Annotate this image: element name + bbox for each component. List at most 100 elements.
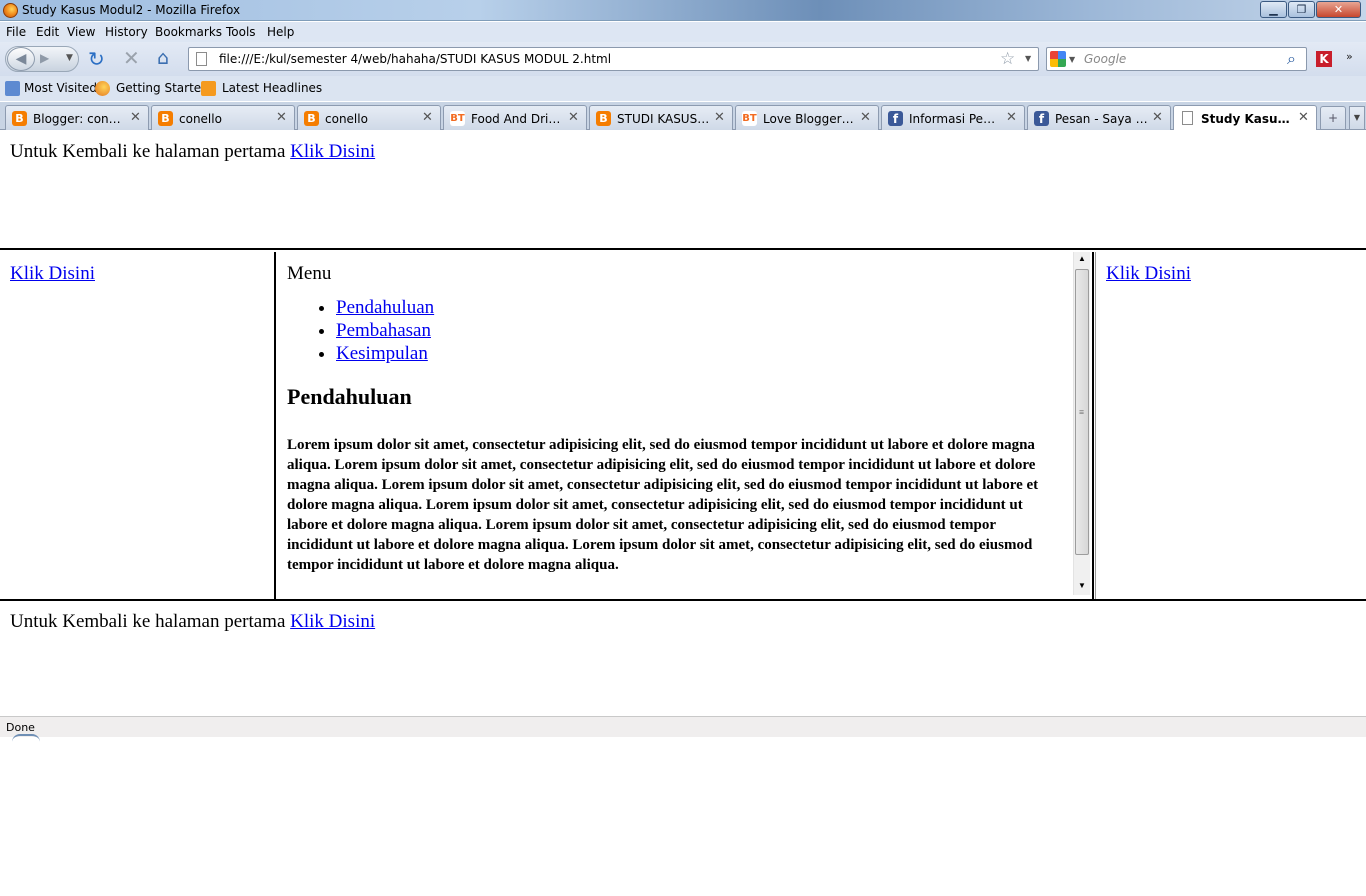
menu-link-pendahuluan[interactable]: Pendahuluan	[336, 297, 434, 318]
menu-heading: Menu	[287, 263, 332, 284]
minimize-button[interactable]: ▁	[1260, 1, 1287, 18]
bottom-frame: Untuk Kembali ke halaman pertama Klik Di…	[0, 599, 1366, 716]
page-icon	[1182, 111, 1193, 125]
section-heading: Pendahuluan	[287, 384, 412, 409]
top-frame: Untuk Kembali ke halaman pertama Klik Di…	[0, 130, 1366, 250]
close-tab-icon[interactable]: ✕	[1298, 110, 1309, 125]
globe-icon	[12, 734, 40, 742]
back-button[interactable]: ◀	[7, 47, 35, 71]
bottom-frame-text: Untuk Kembali ke halaman pertama Klik Di…	[10, 611, 375, 633]
tab-list-dropdown-icon[interactable]: ▼	[1349, 106, 1365, 129]
maximize-button[interactable]: ❐	[1288, 1, 1315, 18]
tab-label: conello	[179, 112, 222, 126]
new-tab-button[interactable]: +	[1320, 106, 1346, 129]
close-tab-icon[interactable]: ✕	[860, 110, 871, 125]
close-tab-icon[interactable]: ✕	[130, 110, 141, 125]
toolbar-overflow-icon[interactable]: »	[1346, 50, 1353, 63]
top-back-link[interactable]: Klik Disini	[290, 141, 375, 162]
tab-label: STUDI KASUS M...	[617, 112, 711, 126]
search-placeholder[interactable]: Google	[1084, 52, 1126, 66]
back-arrow-icon: ◀	[15, 51, 27, 67]
address-bar[interactable]: file:///E:/kul/semester 4/web/hahaha/STU…	[188, 47, 1039, 71]
blogger-icon: B	[596, 111, 611, 126]
close-tab-icon[interactable]: ✕	[276, 110, 287, 125]
firefox-icon	[3, 3, 18, 18]
menu-edit[interactable]: Edit	[36, 25, 59, 39]
facebook-icon: f	[888, 111, 903, 126]
bookmark-getting-started[interactable]: Getting Started	[116, 81, 209, 95]
kaspersky-icon[interactable]: K	[1316, 51, 1332, 67]
most-visited-icon	[5, 81, 20, 96]
tab-label: Informasi Pemu...	[909, 112, 1003, 126]
url-dropdown-icon[interactable]: ▼	[1025, 54, 1031, 63]
bt-icon: BT	[742, 111, 757, 126]
tab-label: Blogger: conell...	[33, 112, 127, 126]
close-tab-icon[interactable]: ✕	[714, 110, 725, 125]
scroll-up-arrow-icon[interactable]: ▲	[1078, 254, 1086, 263]
close-tab-icon[interactable]: ✕	[1152, 110, 1163, 125]
right-frame-link[interactable]: Klik Disini	[1106, 263, 1191, 285]
stop-icon[interactable]: ✕	[123, 48, 140, 68]
tab[interactable]: f Informasi Pemu... ✕	[881, 105, 1025, 130]
bookmark-star-icon[interactable]: ☆	[1000, 49, 1015, 69]
tab[interactable]: B Blogger: conell... ✕	[5, 105, 149, 130]
page-content: Untuk Kembali ke halaman pertama Klik Di…	[0, 130, 1366, 716]
menu-list-item: Pendahuluan	[336, 296, 1059, 319]
search-engine-dropdown-icon[interactable]: ▼	[1069, 55, 1075, 64]
close-tab-icon[interactable]: ✕	[1006, 110, 1017, 125]
facebook-icon: f	[1034, 111, 1049, 126]
middle-frame-scrollbar[interactable]: ▲ ≡ ▼	[1073, 252, 1090, 595]
google-icon[interactable]	[1050, 51, 1066, 67]
url-text[interactable]: file:///E:/kul/semester 4/web/hahaha/STU…	[219, 52, 611, 66]
tab-active[interactable]: Study Kasus M... ✕	[1173, 105, 1317, 131]
menu-list: Pendahuluan Pembahasan Kesimpulan	[336, 296, 1059, 365]
close-tab-icon[interactable]: ✕	[422, 110, 433, 125]
menu-view[interactable]: View	[67, 25, 95, 39]
section-body-text: Lorem ipsum dolor sit amet, consectetur …	[287, 437, 1039, 573]
tab-strip: B Blogger: conell... ✕ B conello ✕ B con…	[0, 102, 1366, 131]
blogger-icon: B	[12, 111, 27, 126]
back-forward-group: ◀ ▶ ▼	[5, 46, 79, 72]
home-icon[interactable]: ⌂	[157, 48, 169, 68]
top-frame-text: Untuk Kembali ke halaman pertama Klik Di…	[10, 141, 375, 163]
menu-tools[interactable]: Tools	[226, 25, 256, 39]
middle-frame: Menu Pendahuluan Pembahasan Kesimpulan P…	[278, 252, 1092, 599]
right-frame: Klik Disini	[1096, 252, 1366, 599]
menu-history[interactable]: History	[105, 25, 148, 39]
tab-label: Pesan - Saya yg ...	[1055, 112, 1149, 126]
history-dropdown-icon[interactable]: ▼	[66, 53, 73, 63]
tab[interactable]: B conello ✕	[297, 105, 441, 130]
forward-button[interactable]: ▶	[40, 51, 49, 65]
left-frame-link[interactable]: Klik Disini	[10, 263, 95, 285]
reload-icon[interactable]: ↻	[88, 49, 105, 69]
bookmark-most-visited[interactable]: Most Visited	[24, 81, 97, 95]
scrollbar-grip-icon: ≡	[1079, 407, 1085, 417]
menu-help[interactable]: Help	[267, 25, 294, 39]
bookmark-latest-headlines[interactable]: Latest Headlines	[222, 81, 322, 95]
navigation-toolbar: ◀ ▶ ▼ ↻ ✕ ⌂ file:///E:/kul/semester 4/we…	[0, 42, 1366, 76]
close-window-button[interactable]: ✕	[1316, 1, 1361, 18]
close-tab-icon[interactable]: ✕	[568, 110, 579, 125]
bottom-back-link[interactable]: Klik Disini	[290, 611, 375, 632]
tab[interactable]: BT Food And Drink... ✕	[443, 105, 587, 130]
search-bar[interactable]: ▼ Google ⌕	[1046, 47, 1307, 71]
tab[interactable]: f Pesan - Saya yg ... ✕	[1027, 105, 1171, 130]
rss-feed-icon	[201, 81, 216, 96]
menu-bookmarks[interactable]: Bookmarks	[155, 25, 222, 39]
bt-icon: BT	[450, 111, 465, 126]
menu-bar: File Edit View History Bookmarks Tools H…	[0, 22, 1366, 42]
scroll-down-arrow-icon[interactable]: ▼	[1078, 581, 1086, 590]
middle-frame-content: Menu Pendahuluan Pembahasan Kesimpulan P…	[287, 263, 1059, 575]
bottom-back-text: Untuk Kembali ke halaman pertama	[10, 611, 286, 632]
menu-link-pembahasan[interactable]: Pembahasan	[336, 320, 431, 341]
menu-list-item: Kesimpulan	[336, 342, 1059, 365]
tab[interactable]: B STUDI KASUS M... ✕	[589, 105, 733, 130]
tab[interactable]: B conello ✕	[151, 105, 295, 130]
tab[interactable]: BT Love Blogger Te... ✕	[735, 105, 879, 130]
tab-label: Food And Drink...	[471, 112, 565, 126]
menu-file[interactable]: File	[6, 25, 26, 39]
menu-link-kesimpulan[interactable]: Kesimpulan	[336, 343, 428, 364]
search-icon[interactable]: ⌕	[1287, 49, 1296, 69]
status-text: Done	[6, 721, 35, 734]
scrollbar-thumb[interactable]: ≡	[1075, 269, 1089, 555]
